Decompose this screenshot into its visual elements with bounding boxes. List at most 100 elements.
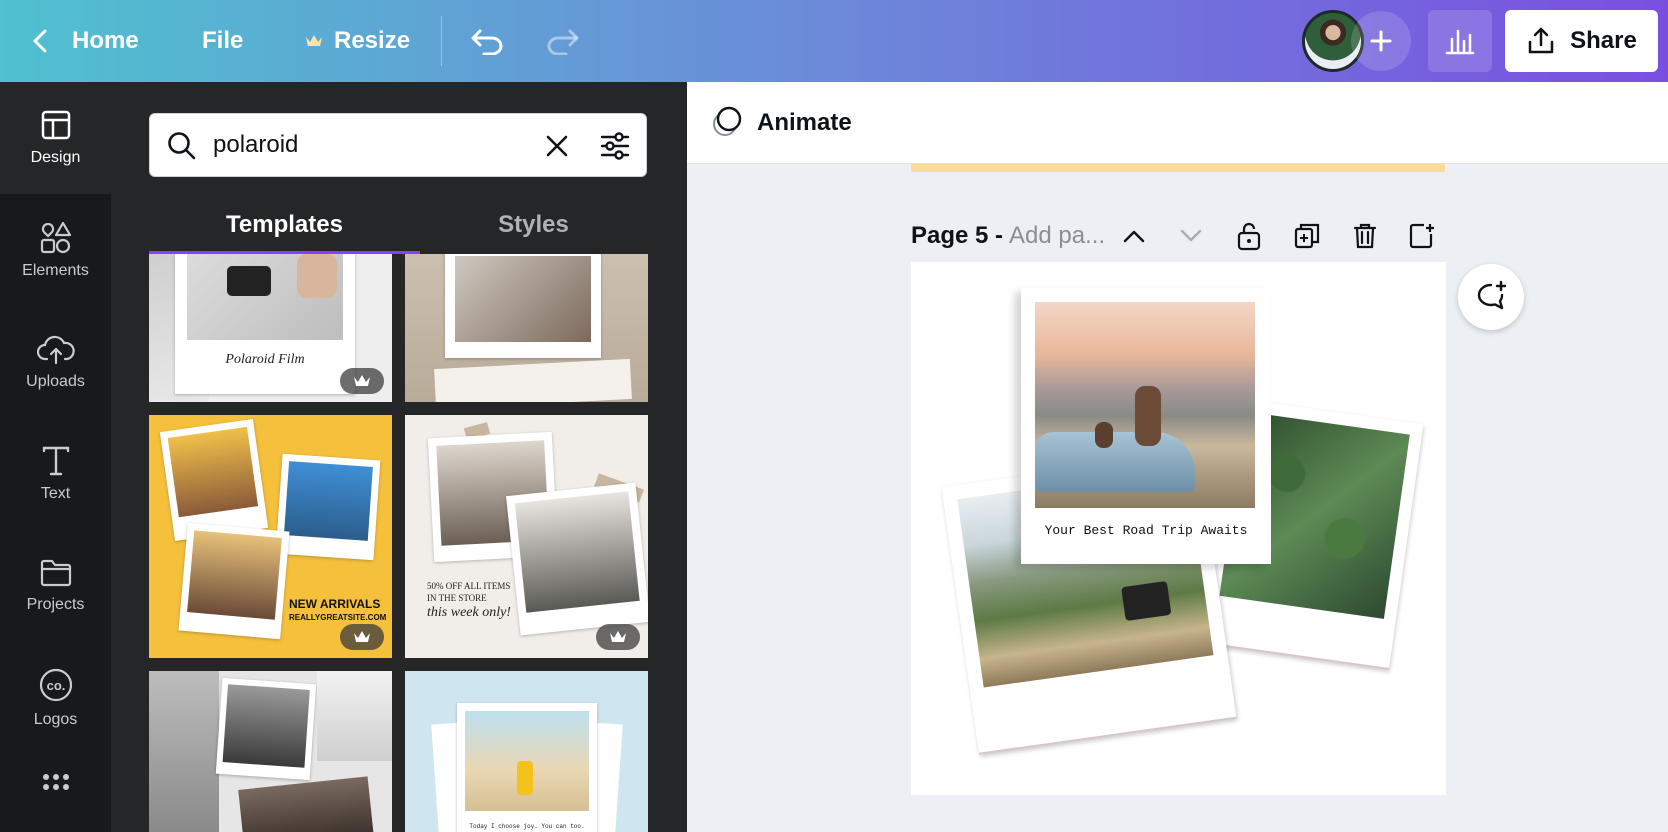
top-bar: Home File Resize Share <box>0 0 1668 82</box>
move-page-up-button[interactable] <box>1114 216 1154 256</box>
design-canvas[interactable]: Your Best Road Trip Awaits <box>911 262 1446 795</box>
rail-item-apps[interactable] <box>0 754 111 832</box>
undo-button[interactable] <box>470 0 506 82</box>
animate-button[interactable]: Animate <box>757 82 852 164</box>
page-number: Page 5 - <box>911 222 1004 249</box>
template-caption: Polaroid Film <box>225 352 305 367</box>
polaroid-frame <box>159 418 269 542</box>
rail-item-uploads[interactable]: Uploads <box>0 306 111 418</box>
delete-page-button[interactable] <box>1345 216 1385 256</box>
bar-chart-icon <box>1445 29 1475 55</box>
photo <box>455 256 591 342</box>
polaroid-photo-roadtrip[interactable]: Your Best Road Trip Awaits <box>1021 288 1271 564</box>
redo-icon <box>547 29 579 55</box>
photo <box>283 461 373 541</box>
search-input[interactable]: polaroid <box>213 114 298 176</box>
polaroid-frame <box>445 254 601 358</box>
polaroid-frame <box>178 522 290 640</box>
template-card[interactable]: 50% OFF ALL ITEMS IN THE STORE this week… <box>405 415 648 658</box>
rail-item-design[interactable]: Design <box>0 82 111 194</box>
templates-panel: polaroid Templates Styles Polaroid Film <box>111 82 687 832</box>
left-rail: Design Elements Uploads Text Projects co… <box>0 82 111 832</box>
chevron-up-icon <box>1123 230 1145 243</box>
rail-label-design: Design <box>30 149 81 166</box>
rail-label-uploads: Uploads <box>26 373 85 390</box>
search-icon <box>168 132 196 160</box>
undo-icon <box>471 29 503 55</box>
resize-button[interactable]: Resize <box>304 0 410 82</box>
divider <box>441 16 442 66</box>
photo <box>238 776 374 832</box>
duplicate-icon <box>1294 223 1320 249</box>
crown-icon <box>306 35 322 46</box>
car-shape <box>1121 580 1172 622</box>
share-button[interactable]: Share <box>1505 10 1658 72</box>
tab-templates-label: Templates <box>226 211 343 238</box>
template-caption: Today I choose joy. You can too. <box>469 823 585 830</box>
trash-icon <box>1353 223 1377 249</box>
hand-shape <box>297 254 337 298</box>
rail-item-projects[interactable]: Projects <box>0 530 111 642</box>
back-home-button[interactable]: Home <box>30 0 139 82</box>
search-box[interactable]: polaroid <box>149 113 647 177</box>
template-card[interactable]: NEW ARRIVALS REALLYGREATSITE.COM <box>149 415 392 658</box>
template-card[interactable]: Polaroid Film <box>149 254 392 402</box>
duplicate-page-button[interactable] <box>1287 216 1327 256</box>
file-label: File <box>202 27 244 54</box>
add-page-icon <box>1409 223 1434 249</box>
camera-shape <box>227 266 271 296</box>
lock-page-button[interactable] <box>1229 216 1269 256</box>
premium-badge <box>596 624 640 650</box>
roadtrip-photo <box>1035 302 1255 508</box>
photo <box>149 671 219 832</box>
page-title-input[interactable]: Add pa... <box>1009 222 1105 250</box>
chevron-down-icon <box>1180 229 1202 242</box>
file-menu-button[interactable]: File <box>202 0 243 82</box>
comment-plus-icon <box>1477 280 1507 310</box>
photo <box>222 684 310 768</box>
redo-button[interactable] <box>544 0 580 82</box>
template-card[interactable]: Today I choose joy. You can too. <box>405 671 648 832</box>
photo <box>514 491 640 613</box>
rail-item-text[interactable]: Text <box>0 418 111 530</box>
crown-icon <box>610 631 626 642</box>
add-comment-button[interactable] <box>1458 264 1524 330</box>
panel-tabs: Templates Styles <box>149 194 647 256</box>
insights-button[interactable] <box>1428 10 1492 72</box>
template-card[interactable] <box>405 254 648 402</box>
filter-icon[interactable] <box>599 131 631 161</box>
move-page-down-button[interactable] <box>1171 216 1211 256</box>
chevron-left-icon <box>33 29 47 53</box>
add-page-button[interactable] <box>1402 216 1442 256</box>
rail-item-elements[interactable]: Elements <box>0 194 111 306</box>
person-shape <box>1095 422 1113 448</box>
template-subcaption: REALLYGREATSITE.COM <box>289 613 387 622</box>
template-card[interactable] <box>149 671 392 832</box>
tab-styles[interactable]: Styles <box>420 194 647 256</box>
layout-icon <box>41 110 70 140</box>
polaroid-frame <box>275 453 381 561</box>
share-upload-icon <box>1528 27 1554 54</box>
person-shape <box>1135 386 1161 446</box>
polaroid-frame: Today I choose joy. You can too. <box>457 703 597 832</box>
shapes-icon <box>40 221 71 254</box>
rail-label-text: Text <box>40 485 71 502</box>
clear-search-icon[interactable] <box>544 133 570 159</box>
template-tagline: this week only! <box>427 605 511 620</box>
folder-icon <box>40 559 71 587</box>
animate-icon[interactable] <box>709 104 745 140</box>
editor-area: Animate Page 5 - Add pa... Your Best Roa… <box>687 82 1668 832</box>
rail-item-logos[interactable]: co. Logos <box>0 642 111 754</box>
previous-page-edge <box>911 164 1445 172</box>
crown-icon <box>354 631 370 642</box>
crown-icon <box>354 375 370 386</box>
canvas-caption[interactable]: Your Best Road Trip Awaits <box>1021 523 1271 538</box>
add-collaborator-button[interactable] <box>1351 11 1411 71</box>
template-caption: NEW ARRIVALS <box>289 597 381 611</box>
rail-label-elements: Elements <box>22 262 89 279</box>
apps-grid-icon <box>42 774 69 790</box>
tab-templates[interactable]: Templates <box>149 194 420 256</box>
template-subcaption: IN THE STORE <box>427 593 487 603</box>
plus-icon <box>1370 30 1392 52</box>
rail-label-projects: Projects <box>26 596 85 613</box>
